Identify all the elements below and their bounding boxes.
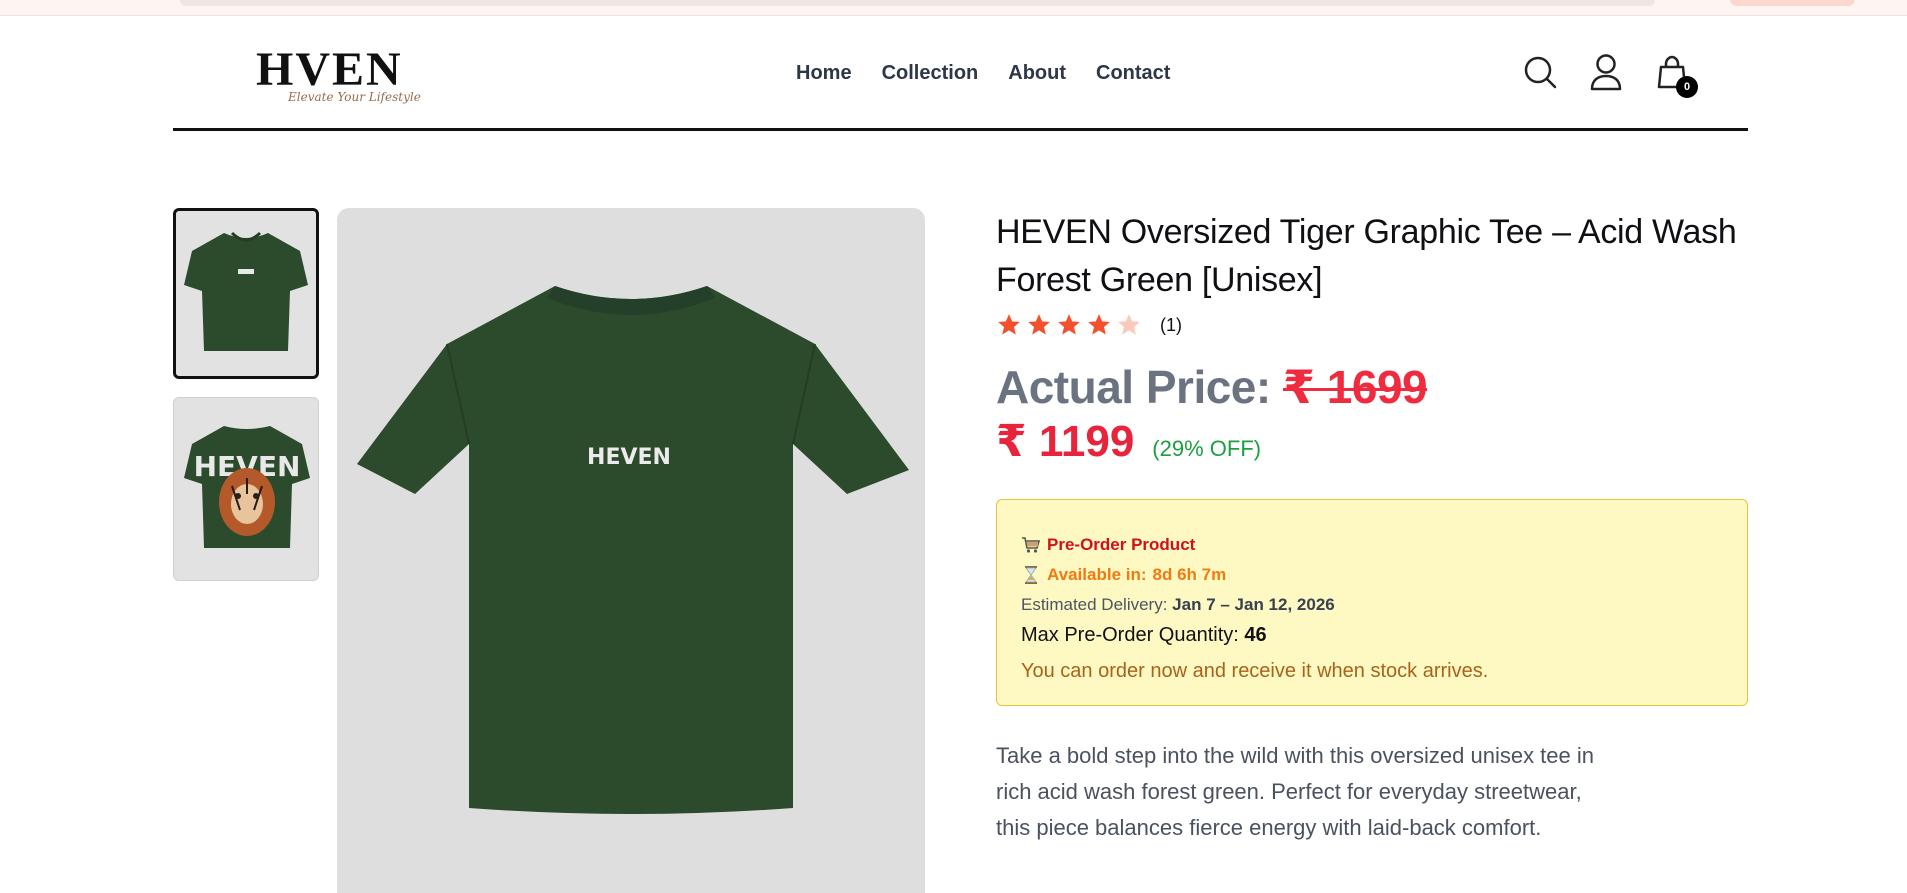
hourglass-icon (1025, 566, 1037, 584)
cart-emoji-icon (1022, 537, 1041, 553)
top-announcement-strip (0, 0, 1907, 16)
header-icons: 0 (1522, 54, 1698, 98)
site-logo[interactable]: HVEN Elevate Your Lifestyle (256, 46, 426, 116)
preorder-box: Pre-Order Product Available in: 8d 6h 7m… (996, 499, 1748, 706)
shirt-print-text: HEVEN (587, 445, 671, 470)
product-rating[interactable]: (1) (996, 312, 1748, 338)
tshirt-back-image: HEVEN (184, 426, 310, 548)
review-count: (1) (1160, 314, 1182, 335)
max-preorder-value: 46 (1244, 624, 1267, 646)
preorder-countdown: 8d 6h 7m (1152, 565, 1227, 584)
preorder-title-row: Pre-Order Product (1021, 530, 1721, 560)
site-header: HVEN Elevate Your Lifestyle Home Collect… (0, 16, 1907, 146)
account-button[interactable] (1588, 54, 1624, 91)
star-filled-icon (1028, 314, 1050, 335)
actual-price-value: ₹ 1699 (1283, 361, 1428, 413)
price-row: ₹ 1199 (29% OFF) (996, 416, 1748, 467)
star-empty-icon (1118, 314, 1140, 335)
nav-collection[interactable]: Collection (882, 62, 979, 85)
header-divider (173, 128, 1748, 131)
announcement-bar (180, 0, 1655, 6)
nav-home[interactable]: Home (796, 62, 852, 85)
estimated-delivery-value: Jan 7 – Jan 12, 2026 (1172, 595, 1335, 614)
preorder-title: Pre-Order Product (1047, 535, 1196, 554)
main-nav: Home Collection About Contact (796, 62, 1170, 85)
star-filled-icon (1058, 314, 1080, 335)
tshirt-main-image: HEVEN (357, 286, 909, 814)
product-info: HEVEN Oversized Tiger Graphic Tee – Acid… (996, 208, 1748, 846)
logo-tagline: Elevate Your Lifestyle (288, 90, 421, 104)
user-icon (1590, 54, 1622, 91)
estimated-delivery: Estimated Delivery: Jan 7 – Jan 12, 2026 (1021, 590, 1721, 620)
nav-about[interactable]: About (1008, 62, 1066, 85)
preorder-available-label: Available in: (1047, 565, 1147, 584)
tshirt-front-image (184, 231, 308, 351)
product-main-image[interactable]: HEVEN (337, 208, 925, 893)
nav-contact[interactable]: Contact (1096, 62, 1170, 85)
cart-button[interactable]: 0 (1654, 54, 1698, 98)
star-filled-icon (1088, 314, 1110, 335)
max-preorder-label: Max Pre-Order Quantity: (1021, 624, 1239, 646)
cart-count-badge: 0 (1676, 76, 1698, 98)
search-icon (1524, 56, 1557, 89)
product-description: Take a bold step into the wild with this… (996, 743, 1594, 840)
sale-price: ₹ 1199 (996, 417, 1135, 466)
product-title: HEVEN Oversized Tiger Graphic Tee – Acid… (996, 213, 1737, 299)
product-thumbnail-front[interactable] (173, 208, 319, 379)
actual-price-label: Actual Price: (996, 361, 1271, 413)
logo-wordmark: HVEN (256, 43, 403, 96)
max-preorder-quantity: Max Pre-Order Quantity: 46 (1021, 620, 1721, 650)
preorder-available-row: Available in: 8d 6h 7m (1021, 560, 1721, 590)
star-filled-icon (998, 314, 1020, 335)
estimated-delivery-label: Estimated Delivery: (1021, 595, 1168, 614)
preorder-note: You can order now and receive it when st… (1021, 660, 1489, 682)
actual-price: Actual Price: ₹ 1699 (996, 360, 1748, 414)
search-button[interactable] (1522, 54, 1558, 90)
announcement-badge (1730, 0, 1855, 6)
discount-badge: (29% OFF) (1152, 436, 1262, 461)
product-thumbnail-back[interactable]: HEVEN (173, 397, 319, 581)
